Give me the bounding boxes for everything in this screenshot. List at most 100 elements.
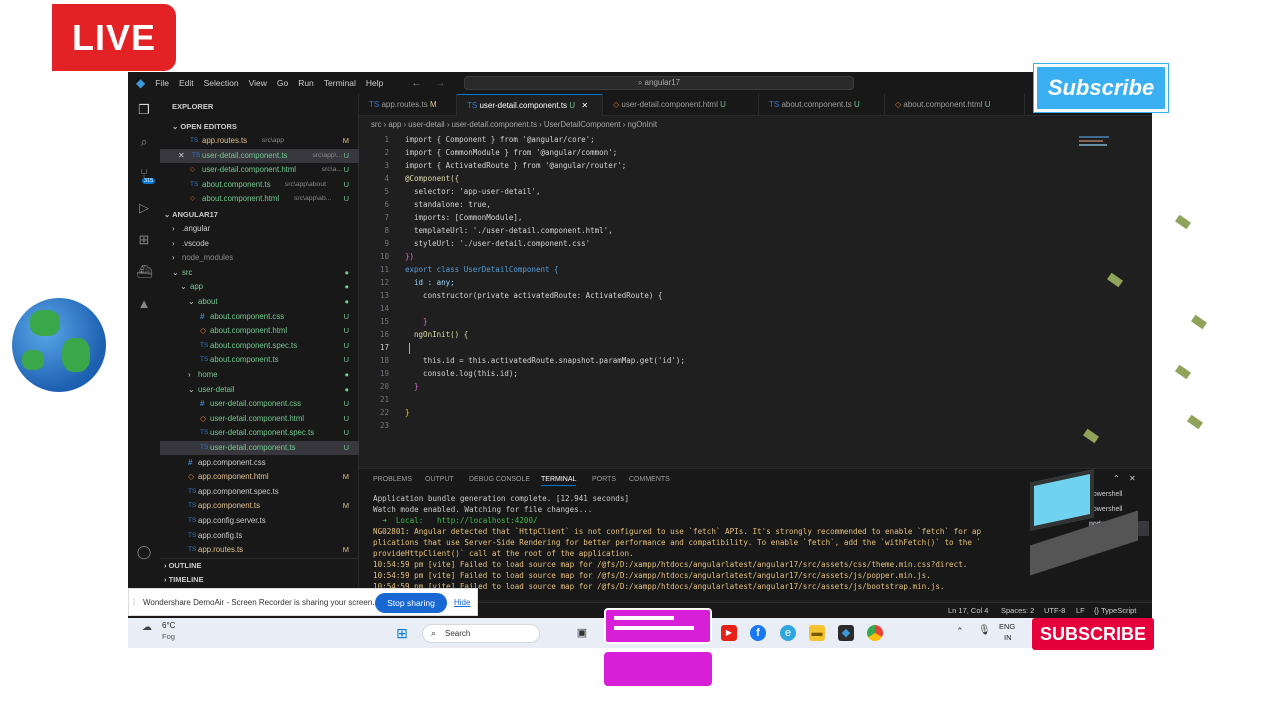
tree-file[interactable]: TS user-detail.component.ts U [160,441,359,455]
tree-folder[interactable]: › node_modules [160,251,359,265]
tree-folder[interactable]: ⌄ app ● [160,280,359,294]
code-line-5: selector: 'app-user-detail', [405,187,541,196]
drag-handle-icon[interactable]: ⁞ [133,598,135,607]
tree-file[interactable]: TS about.component.spec.ts U [160,339,359,353]
explorer-icon[interactable]: ❐ [136,102,152,118]
back-arrow-icon[interactable]: ← [411,78,421,89]
menu-view[interactable]: View [249,78,267,88]
vscode-taskbar-icon[interactable]: ◆ [838,625,854,641]
chrome-icon[interactable] [867,625,883,641]
tree-folder[interactable]: › .angular [160,222,359,236]
tab-app-routes[interactable]: TS app.routes.ts M [359,94,457,116]
tree-file[interactable]: TS app.component.ts M [160,499,359,513]
stop-sharing-button[interactable]: Stop sharing [375,593,447,613]
tree-file[interactable]: # user-detail.component.css U [160,397,359,411]
tree-file[interactable]: # app.component.css [160,456,359,470]
open-editor-item[interactable]: TS about.component.ts src\app\about U [160,178,359,192]
tree-folder[interactable]: ⌄ user-detail ● [160,383,359,397]
panel-tab-terminal[interactable]: TERMINAL [541,476,577,486]
project-header[interactable]: ⌄ ANGULAR17 [160,208,359,222]
tree-file[interactable]: TS app.routes.ts M [160,543,359,557]
weather-icon[interactable]: ☁ [142,622,152,633]
menu-terminal[interactable]: Terminal [324,78,356,88]
panel-tab-comments[interactable]: COMMENTS [629,476,670,483]
panel-tab-problems[interactable]: PROBLEMS [373,476,412,483]
tree-file[interactable]: TS user-detail.component.spec.ts U [160,426,359,440]
file-explorer-icon[interactable]: ▬ [809,625,825,641]
subscribe-banner-bottom[interactable]: SUBSCRIBE [1032,618,1154,650]
terminal-line-1: Application bundle generation complete. … [373,494,630,503]
docker-icon[interactable]: ⛴ [136,264,153,280]
tab-user-detail-ts[interactable]: TS user-detail.component.ts U ✕ [457,94,603,116]
run-debug-icon[interactable]: ▷ [136,200,152,216]
terminal-line-3[interactable]: ➜ Local: http://localhost:4200/ [373,516,537,525]
facebook-icon[interactable]: f [750,625,766,641]
tree-file[interactable]: TS app.config.server.ts [160,514,359,528]
tray-chevron-icon[interactable]: ⌃ [956,626,964,637]
task-view-icon[interactable]: ▣ [574,625,590,641]
tree-file[interactable]: TS about.component.ts U [160,353,359,367]
tree-file[interactable]: # about.component.css U [160,310,359,324]
minimap[interactable] [1079,134,1119,154]
tree-folder[interactable]: › home ● [160,368,359,382]
tree-file[interactable]: ◇ user-detail.component.html U [160,412,359,426]
tab-user-detail-html[interactable]: ◇ user-detail.component.html U [603,94,759,116]
panel-tab-debug-console[interactable]: DEBUG CONSOLE [469,476,530,483]
open-editor-path: src\app [261,137,285,144]
tree-file[interactable]: TS app.config.ts [160,529,359,543]
menu-go[interactable]: Go [277,78,288,88]
hide-link[interactable]: Hide [454,598,470,607]
code-editor[interactable]: 1 2 3 4 5 6 7 8 9 10 11 12 13 14 15 16 17 18 19 20 21 22 23 im… [359,134,1152,464]
cursor-position[interactable]: Ln 17, Col 4 [948,606,988,615]
language-mode[interactable]: {} TypeScript [1094,606,1136,615]
open-editor-item[interactable]: TS user-detail.component.ts src\app\... U ✕ [160,148,359,163]
close-icon[interactable]: ✕ [581,101,588,110]
tree-folder[interactable]: ⌄ about ● [160,295,359,309]
command-center-search[interactable]: ⌕ angular17 [464,76,854,90]
open-editors-header[interactable]: ⌄ OPEN EDITORS [160,120,359,134]
edge-icon[interactable]: e [780,625,796,641]
menu-selection[interactable]: Selection [204,78,239,88]
panel-tab-ports[interactable]: PORTS [592,476,616,483]
tree-item-status: M [342,501,349,511]
close-icon[interactable]: ✕ [178,149,185,163]
tab-about-html[interactable]: ◇ about.component.html U [885,94,1025,116]
subscribe-banner-top[interactable]: Subscribe [1033,63,1169,113]
open-editor-item[interactable]: ◇ user-detail.component.html src\a... U [160,163,359,177]
timeline-header[interactable]: › TIMELINE [160,573,359,587]
tree-folder[interactable]: ⌄ src ● [160,266,359,280]
code-line-15: } [405,317,428,326]
outline-header[interactable]: › OUTLINE [160,558,359,572]
menu-help[interactable]: Help [366,78,383,88]
encoding[interactable]: UTF-8 [1044,606,1065,615]
menu-run[interactable]: Run [298,78,314,88]
open-editor-item[interactable]: ◇ about.component.html src\app\ab... U [160,192,359,206]
tab-status: U [569,101,576,110]
tree-file[interactable]: ◇ app.component.html M [160,470,359,484]
line-number: 1 [384,135,389,144]
windows-start-icon[interactable]: ⊞ [394,625,410,641]
tree-file[interactable]: ◇ about.component.html U [160,324,359,338]
line-number: 11 [379,265,389,274]
menu-file[interactable]: File [155,78,169,88]
taskbar-search[interactable]: ⌕ Search [422,624,540,643]
line-ending[interactable]: LF [1076,606,1085,615]
tree-file[interactable]: TS app.component.spec.ts [160,485,359,499]
angular-icon[interactable]: ▲ [136,296,152,312]
microphone-icon[interactable]: 🎙 [978,625,991,636]
forward-arrow-icon[interactable]: → [435,78,445,89]
search-icon[interactable]: ⌕ [136,134,152,150]
tree-folder[interactable]: › .vscode [160,237,359,251]
menu-edit[interactable]: Edit [179,78,194,88]
indentation[interactable]: Spaces: 2 [1001,606,1034,615]
extensions-icon[interactable]: ⊞ [136,232,152,248]
open-editor-item[interactable]: TS app.routes.ts src\app M [160,134,359,148]
account-icon[interactable]: ◯ [136,544,152,560]
youtube-icon[interactable]: ▶ [721,625,737,641]
panel-tab-output[interactable]: OUTPUT [425,476,454,483]
input-region[interactable]: IN [1004,633,1012,642]
breadcrumb[interactable]: src › app › user-detail › user-detail.co… [371,120,657,129]
tab-about-ts[interactable]: TS about.component.ts U [759,94,885,116]
input-language[interactable]: ENG [999,622,1015,631]
tree-item-name: about.component.spec.ts [210,340,298,350]
